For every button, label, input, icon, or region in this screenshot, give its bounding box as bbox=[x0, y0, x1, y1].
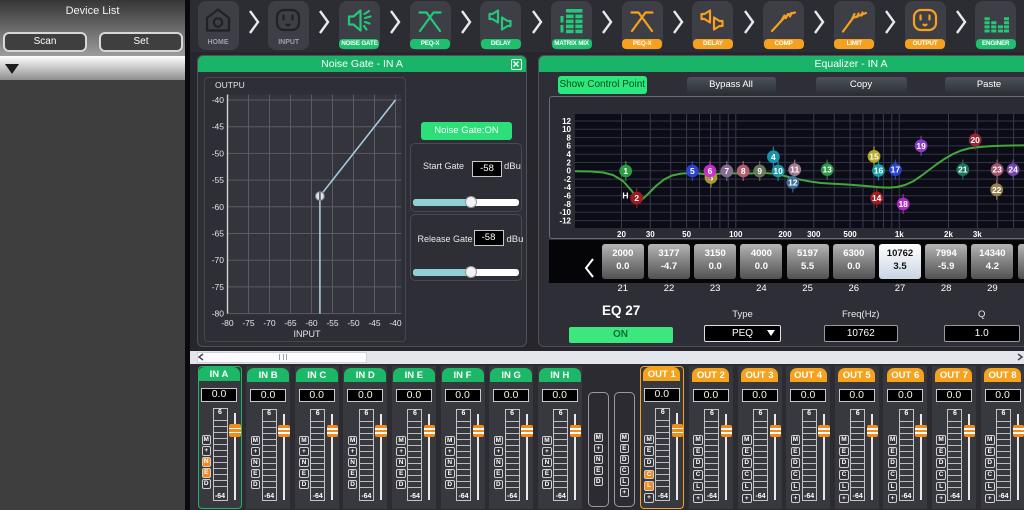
svg-text:20: 20 bbox=[970, 135, 980, 145]
svg-text:18: 18 bbox=[898, 199, 908, 209]
svg-text:15: 15 bbox=[869, 151, 879, 161]
svg-text:22: 22 bbox=[992, 185, 1002, 195]
svg-text:-70: -70 bbox=[212, 255, 225, 265]
svg-text:-45: -45 bbox=[212, 122, 225, 132]
svg-text:-12: -12 bbox=[559, 216, 571, 225]
svg-text:-75: -75 bbox=[242, 318, 255, 328]
svg-text:7: 7 bbox=[724, 166, 729, 176]
svg-text:4: 4 bbox=[567, 150, 572, 159]
svg-text:-40: -40 bbox=[389, 318, 402, 328]
svg-text:-40: -40 bbox=[212, 95, 225, 105]
svg-text:0: 0 bbox=[567, 167, 572, 176]
svg-text:-60: -60 bbox=[212, 202, 225, 212]
svg-text:-10: -10 bbox=[559, 208, 571, 217]
svg-text:30: 30 bbox=[646, 230, 655, 239]
svg-text:19: 19 bbox=[916, 141, 926, 151]
svg-text:300: 300 bbox=[807, 230, 821, 239]
svg-text:500: 500 bbox=[843, 230, 857, 239]
svg-text:9: 9 bbox=[757, 166, 762, 176]
svg-text:12: 12 bbox=[788, 178, 798, 188]
svg-text:-65: -65 bbox=[284, 318, 297, 328]
svg-text:21: 21 bbox=[958, 165, 968, 175]
svg-text:-80: -80 bbox=[221, 318, 234, 328]
svg-text:6: 6 bbox=[567, 142, 572, 151]
svg-text:8: 8 bbox=[741, 166, 746, 176]
svg-text:2: 2 bbox=[567, 158, 572, 167]
svg-text:11: 11 bbox=[790, 165, 799, 175]
svg-text:-50: -50 bbox=[347, 318, 360, 328]
svg-text:50: 50 bbox=[682, 230, 691, 239]
svg-text:6: 6 bbox=[708, 166, 713, 176]
svg-text:1k: 1k bbox=[895, 230, 904, 239]
svg-text:-75: -75 bbox=[212, 282, 225, 292]
svg-text:4: 4 bbox=[771, 152, 776, 162]
svg-text:10: 10 bbox=[773, 166, 783, 176]
svg-text:OUTPU: OUTPU bbox=[215, 80, 245, 90]
svg-text:-6: -6 bbox=[564, 192, 572, 201]
svg-text:17: 17 bbox=[891, 165, 901, 175]
svg-text:-50: -50 bbox=[212, 148, 225, 158]
svg-text:5: 5 bbox=[690, 166, 695, 176]
svg-text:20: 20 bbox=[617, 230, 626, 239]
svg-text:-45: -45 bbox=[368, 318, 381, 328]
svg-text:1: 1 bbox=[623, 166, 628, 176]
svg-text:-4: -4 bbox=[564, 183, 572, 192]
svg-text:H: H bbox=[622, 191, 628, 201]
svg-text:24: 24 bbox=[1008, 165, 1018, 175]
svg-text:-2: -2 bbox=[564, 175, 572, 184]
svg-text:14: 14 bbox=[872, 193, 882, 203]
svg-text:-70: -70 bbox=[263, 318, 276, 328]
svg-text:23: 23 bbox=[992, 165, 1002, 175]
svg-text:13: 13 bbox=[822, 165, 832, 175]
svg-text:200: 200 bbox=[778, 230, 792, 239]
svg-text:-55: -55 bbox=[326, 318, 339, 328]
svg-text:-55: -55 bbox=[212, 175, 225, 185]
svg-text:10: 10 bbox=[562, 125, 571, 134]
svg-text:-8: -8 bbox=[564, 200, 572, 209]
svg-text:16: 16 bbox=[874, 166, 884, 176]
svg-text:2k: 2k bbox=[944, 230, 953, 239]
svg-text:12: 12 bbox=[562, 117, 571, 126]
svg-text:2: 2 bbox=[634, 193, 639, 203]
svg-text:-60: -60 bbox=[305, 318, 318, 328]
svg-text:3k: 3k bbox=[973, 230, 982, 239]
svg-text:8: 8 bbox=[567, 133, 572, 142]
svg-text:INPUT: INPUT bbox=[294, 329, 322, 339]
svg-text:-65: -65 bbox=[212, 229, 225, 239]
svg-text:100: 100 bbox=[729, 230, 743, 239]
